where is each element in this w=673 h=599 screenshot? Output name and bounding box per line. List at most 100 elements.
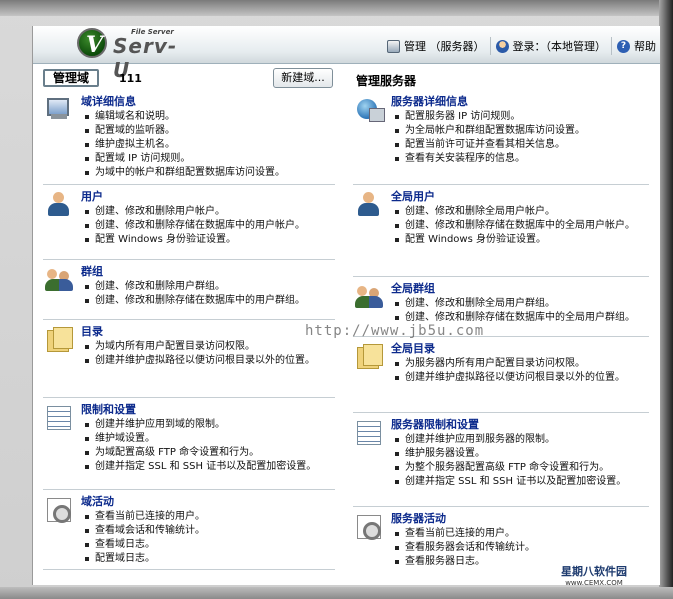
- section-title-link[interactable]: 域活动: [81, 494, 335, 510]
- domain-selector[interactable]: 111: [119, 72, 142, 85]
- section-4: 全局目录 为服务器内所有用户配置目录访问权限。 创建并维护虚拟路径以便访问根目录以外…: [353, 337, 649, 413]
- section-item-list: 查看当前已连接的用户。 查看服务器会话和传输统计。 查看服务器日志。: [391, 527, 649, 569]
- section-item-list: 配置服务器 IP 访问规则。 为全局帐户和群组配置数据库访问设置。 配置当前许可证并…: [391, 110, 649, 166]
- section-item: 创建、修改和删除存储在数据库中的用户帐户。: [81, 219, 335, 233]
- nav-help[interactable]: ? 帮助: [611, 37, 660, 55]
- section-item: 创建、修改和删除用户群组。: [81, 280, 335, 294]
- computer-icon: [45, 96, 73, 122]
- nav-help-label: 帮助: [634, 40, 656, 53]
- section-title-link[interactable]: 用户: [81, 189, 335, 205]
- section-item: 查看有关安装程序的信息。: [391, 152, 649, 166]
- section-item: 维护服务器设置。: [391, 447, 649, 461]
- manage-icon: [387, 39, 400, 53]
- gear-icon: [45, 496, 73, 523]
- manage-domain-column: 管理域 111 新建域... 域详细信息 编辑域名和说明。 配置域的监听器。 维护虚拟…: [43, 68, 335, 570]
- section-title-link[interactable]: 限制和设置: [81, 402, 335, 418]
- section-item: 创建并维护虚拟路径以便访问根目录以外的位置。: [81, 354, 335, 368]
- section-1: 域详细信息 编辑域名和说明。 配置域的监听器。 维护虚拟主机名。 配置域 IP 访问规则…: [43, 90, 335, 185]
- section-item: 为全局帐户和群组配置数据库访问设置。: [391, 124, 649, 138]
- section-item: 创建并维护应用到域的限制。: [81, 418, 335, 432]
- section-item: 维护域设置。: [81, 432, 335, 446]
- section-item-list: 创建、修改和删除全局用户帐户。 创建、修改和删除存储在数据库中的全局用户帐户。 配置…: [391, 205, 649, 247]
- gear-icon: [355, 513, 383, 540]
- section-title-link[interactable]: 服务器活动: [391, 511, 649, 527]
- section-item-list: 创建并维护应用到域的限制。 维护域设置。 为域配置高级 FTP 命令设置和行为。 创建…: [81, 418, 335, 474]
- section-item: 创建并指定 SSL 和 SSH 证书以及配置加密设置。: [81, 460, 335, 474]
- list-icon: [355, 419, 383, 445]
- section-item-list: 创建并维护应用到服务器的限制。 维护服务器设置。 为整个服务器配置高级 FTP 命令…: [391, 433, 649, 489]
- section-item-list: 创建、修改和删除用户帐户。 创建、修改和删除存储在数据库中的用户帐户。 配置 Win…: [81, 205, 335, 247]
- section-5: 限制和设置 创建并维护应用到域的限制。 维护域设置。 为域配置高级 FTP 命令设置和…: [43, 398, 335, 490]
- section-item: 创建并维护应用到服务器的限制。: [391, 433, 649, 447]
- section-2: 用户 创建、修改和删除用户帐户。 创建、修改和删除存储在数据库中的用户帐户。 配置 W…: [43, 185, 335, 260]
- frame-right-shadow: [659, 0, 673, 599]
- manage-server-title: 管理服务器: [356, 74, 417, 88]
- section-item-list: 创建、修改和删除全局用户群组。 创建、修改和删除存储在数据库中的全局用户群组。: [391, 297, 649, 325]
- section-item: 创建、修改和删除用户帐户。: [81, 205, 335, 219]
- serv-u-logo: V File Server Serv-U: [77, 28, 187, 82]
- section-1: 服务器详细信息 配置服务器 IP 访问规则。 为全局帐户和群组配置数据库访问设置。配…: [353, 90, 649, 185]
- section-item: 为整个服务器配置高级 FTP 命令设置和行为。: [391, 461, 649, 475]
- section-item: 编辑域名和说明。: [81, 110, 335, 124]
- section-item: 配置域日志。: [81, 552, 335, 566]
- section-title-link[interactable]: 全局目录: [391, 341, 649, 357]
- section-item: 创建并指定 SSL 和 SSH 证书以及配置加密设置。: [391, 475, 649, 489]
- nav-manage-label: 管理 （服务器）: [404, 40, 485, 53]
- top-nav: 管理 （服务器） 登录：（本地管理） ? 帮助: [382, 37, 660, 55]
- section-item: 创建、修改和删除全局用户群组。: [391, 297, 649, 311]
- section-item: 查看域会话和传输统计。: [81, 524, 335, 538]
- section-item: 查看当前已连接的用户。: [81, 510, 335, 524]
- section-item: 配置 Windows 身份验证设置。: [391, 233, 649, 247]
- help-icon: ?: [617, 39, 630, 53]
- brand-name: 星期八软件园: [561, 565, 627, 578]
- section-title-link[interactable]: 群组: [81, 264, 335, 280]
- section-item-list: 为服务器内所有用户配置目录访问权限。 创建并维护虚拟路径以便访问根目录以外的位置。: [391, 357, 649, 385]
- user-icon: [355, 191, 383, 217]
- section-item-list: 查看当前已连接的用户。 查看域会话和传输统计。 查看域日志。 配置域日志。: [81, 510, 335, 566]
- section-title-link[interactable]: 域详细信息: [81, 94, 335, 110]
- section-4: 目录 为域内所有用户配置目录访问权限。 创建并维护虚拟路径以便访问根目录以外的位置。: [43, 320, 335, 398]
- section-title-link[interactable]: 服务器限制和设置: [391, 417, 649, 433]
- login-icon: [495, 39, 509, 53]
- section-item: 为服务器内所有用户配置目录访问权限。: [391, 357, 649, 371]
- section-item: 查看服务器会话和传输统计。: [391, 541, 649, 555]
- section-title-link[interactable]: 目录: [81, 324, 335, 340]
- list-icon: [45, 404, 73, 430]
- section-item: 维护虚拟主机名。: [81, 138, 335, 152]
- section-title-link[interactable]: 全局用户: [391, 189, 649, 205]
- new-domain-button[interactable]: 新建域...: [273, 68, 333, 88]
- section-item: 配置域的监听器。: [81, 124, 335, 138]
- section-item: 创建并维护虚拟路径以便访问根目录以外的位置。: [391, 371, 649, 385]
- section-item-list: 创建、修改和删除用户群组。 创建、修改和删除存储在数据库中的用户群组。: [81, 280, 335, 308]
- nav-manage-server[interactable]: 管理 （服务器）: [382, 37, 490, 55]
- section-item-list: 为域内所有用户配置目录访问权限。 创建并维护虚拟路径以便访问根目录以外的位置。: [81, 340, 335, 368]
- section-item: 为域配置高级 FTP 命令设置和行为。: [81, 446, 335, 460]
- watermark-url: http://www.jb5u.com: [305, 323, 485, 339]
- logo-emblem: V: [77, 28, 107, 58]
- group-icon: [355, 283, 383, 309]
- section-item: 配置当前许可证并查看其相关信息。: [391, 138, 649, 152]
- domain-bar: 管理域 111 新建域...: [43, 68, 335, 90]
- serv-u-window: V File Server Serv-U 管理 （服务器） 登录：（本地管理） …: [32, 26, 660, 585]
- globe-icon: [355, 96, 385, 122]
- manage-domain-label: 管理域: [43, 69, 99, 87]
- nav-login-label: 登录：（本地管理）: [512, 40, 607, 53]
- domain-sections: 域详细信息 编辑域名和说明。 配置域的监听器。 维护虚拟主机名。 配置域 IP 访问规则…: [43, 90, 335, 570]
- brand-url: www.CEMX.COM: [565, 579, 623, 587]
- section-item: 创建、修改和删除存储在数据库中的全局用户帐户。: [391, 219, 649, 233]
- user-icon: [45, 191, 73, 217]
- section-item: 查看当前已连接的用户。: [391, 527, 649, 541]
- section-title-link[interactable]: 服务器详细信息: [391, 94, 649, 110]
- section-item: 配置 Windows 身份验证设置。: [81, 233, 335, 247]
- section-item: 配置域 IP 访问规则。: [81, 152, 335, 166]
- section-item: 为域中的帐户和群组配置数据库访问设置。: [81, 166, 335, 180]
- folder-icon: [355, 343, 383, 369]
- section-item-list: 编辑域名和说明。 配置域的监听器。 维护虚拟主机名。 配置域 IP 访问规则。 为域中的…: [81, 110, 335, 180]
- section-item: 配置服务器 IP 访问规则。: [391, 110, 649, 124]
- nav-login[interactable]: 登录：（本地管理）: [489, 37, 612, 55]
- section-item: 查看域日志。: [81, 538, 335, 552]
- section-6: 域活动 查看当前已连接的用户。 查看域会话和传输统计。 查看域日志。 配置域日志。: [43, 490, 335, 570]
- section-title-link[interactable]: 全局群组: [391, 281, 649, 297]
- folder-icon: [45, 326, 73, 352]
- section-5: 服务器限制和设置 创建并维护应用到服务器的限制。 维护服务器设置。 为整个服务器配置高…: [353, 413, 649, 507]
